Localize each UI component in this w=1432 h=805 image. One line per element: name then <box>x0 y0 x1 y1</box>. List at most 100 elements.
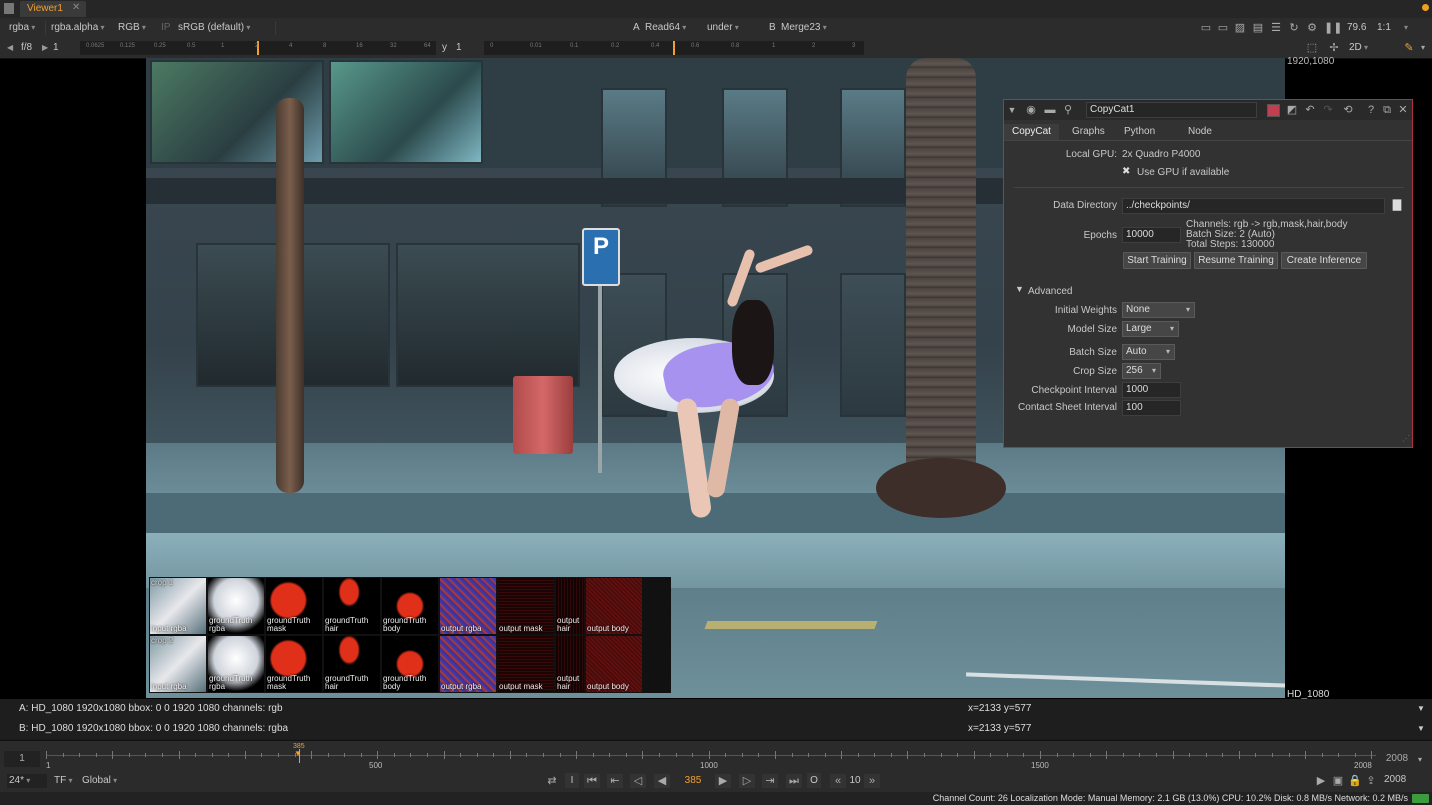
next-keyframe-icon[interactable]: ⇥ <box>762 774 778 788</box>
data-directory-input[interactable]: ../checkpoints/ <box>1122 198 1385 214</box>
input-b-dropdown[interactable]: Merge23 <box>781 18 827 38</box>
gizmo-icon[interactable]: ⚲ <box>1062 103 1074 117</box>
fstop-next-icon[interactable]: ▶ <box>42 38 48 58</box>
gamma-value[interactable]: 1 <box>456 38 462 58</box>
gamma-slider-handle[interactable] <box>673 41 675 55</box>
play-backward-icon[interactable]: ◀ <box>654 774 670 788</box>
crop-guide-icon[interactable]: ⬚ <box>1306 41 1318 55</box>
fstop-prev-icon[interactable]: ◀ <box>7 38 13 58</box>
center-node-icon[interactable]: ▬ <box>1044 103 1056 117</box>
lut-icon[interactable]: ▤ <box>1252 21 1264 35</box>
pixel-ratio[interactable]: 1:1 <box>1377 18 1391 38</box>
input-a-dropdown[interactable]: Read64 <box>645 18 697 38</box>
transform-icon[interactable]: ✢ <box>1328 41 1340 55</box>
skip-back-icon[interactable]: « <box>830 774 846 788</box>
close-panel-icon[interactable]: ✕ <box>1398 103 1408 117</box>
undo-icon[interactable]: ↶ <box>1304 103 1316 117</box>
tf-dropdown[interactable]: TF <box>54 775 72 786</box>
current-frame-field[interactable]: 385 <box>678 773 708 788</box>
roi-icon[interactable]: ▭ <box>1200 21 1212 35</box>
timeline-tick <box>1371 751 1372 759</box>
export-icon[interactable]: ⇪ <box>1364 774 1378 788</box>
channels-dropdown[interactable]: rgba <box>9 18 35 38</box>
start-training-button[interactable]: Start Training <box>1123 252 1191 269</box>
tab-copycat[interactable]: CopyCat <box>1004 124 1059 140</box>
advanced-toggle-icon[interactable]: ▼ <box>1015 284 1024 294</box>
flipbook-icon[interactable]: ▶ <box>1314 774 1328 788</box>
epochs-input[interactable]: 10000 <box>1122 227 1181 243</box>
info-expand-icon[interactable]: ▼ <box>1417 719 1425 739</box>
resume-training-button[interactable]: Resume Training <box>1194 252 1278 269</box>
ip-toggle[interactable]: IP <box>161 18 170 38</box>
initial-weights-dropdown[interactable]: None <box>1122 302 1195 318</box>
close-tab-icon[interactable]: ✕ <box>72 2 80 13</box>
checkpoint-interval-input[interactable]: 1000 <box>1122 382 1181 398</box>
next-frame-icon[interactable]: ▷ <box>739 774 755 788</box>
ratio-dropdown-icon[interactable]: ▾ <box>1404 18 1408 38</box>
end-frame-field[interactable]: 2008 <box>1384 774 1406 785</box>
contact-sheet-interval-input[interactable]: 100 <box>1122 400 1181 416</box>
model-size-dropdown[interactable]: Large <box>1122 321 1179 337</box>
last-frame-icon[interactable]: ⏭ <box>786 774 802 788</box>
gamma-slider[interactable]: 0 0.01 0.1 0.2 0.4 0.6 0.8 1 2 3 <box>484 41 864 55</box>
view-mode-dropdown[interactable]: 2D <box>1349 38 1393 58</box>
skip-forward-icon[interactable]: » <box>864 774 880 788</box>
collapse-icon[interactable]: ▾ <box>1418 41 1428 55</box>
panel-menu-icon[interactable] <box>4 3 14 14</box>
node-name-field[interactable]: CopyCat1 <box>1086 102 1257 118</box>
settings-icon[interactable]: ⚙ <box>1306 21 1318 35</box>
global-range-dropdown[interactable]: Global <box>82 775 117 786</box>
tab-python[interactable]: Python <box>1116 124 1163 140</box>
display-channels-dropdown[interactable]: RGB <box>118 18 146 38</box>
timeline-start-field[interactable]: 1 <box>4 751 40 767</box>
revert-icon[interactable]: ⟲ <box>1342 103 1354 117</box>
tab-node[interactable]: Node <box>1180 124 1220 140</box>
fstop-value[interactable]: f/8 <box>21 38 32 58</box>
node-color-icon[interactable] <box>1267 104 1280 117</box>
frame-increment-field[interactable]: 10 <box>847 773 863 788</box>
prev-keyframe-icon[interactable]: ⇤ <box>607 774 623 788</box>
crop-size-dropdown[interactable]: 256 <box>1122 363 1161 379</box>
render-icon[interactable]: ▣ <box>1331 774 1345 788</box>
pause-icon[interactable]: ❚❚ <box>1324 21 1342 35</box>
zebra-icon[interactable]: ▨ <box>1234 21 1246 35</box>
swatch-icon[interactable]: ◩ <box>1286 103 1298 117</box>
timeline-tick <box>510 751 511 759</box>
collapse-panel-icon[interactable]: ▼ <box>1007 103 1017 117</box>
tab-graphs[interactable]: Graphs <box>1064 124 1113 140</box>
folder-browse-icon[interactable]: ▇ <box>1390 198 1404 212</box>
info-expand-icon[interactable]: ▼ <box>1417 699 1425 719</box>
lock-icon[interactable]: 🔒 <box>1348 774 1362 788</box>
set-out-button[interactable]: O <box>807 773 821 788</box>
overscan-icon[interactable]: ▭ <box>1217 21 1229 35</box>
float-panel-icon[interactable]: ⧉ <box>1382 103 1392 117</box>
zoom-value[interactable]: 79.6 <box>1347 18 1366 38</box>
advanced-group-label[interactable]: Advanced <box>1028 286 1072 297</box>
help-icon[interactable]: ? <box>1366 103 1376 117</box>
gain-slider[interactable]: 0.0625 0.125 0.25 0.5 1 2 4 8 16 32 64 <box>80 41 436 55</box>
set-in-button[interactable]: I <box>565 773 579 788</box>
viewer-tab[interactable]: Viewer1 ✕ <box>20 1 86 17</box>
timeline-ruler[interactable]: 385 ▼ 1 500 1000 1500 2008 <box>46 743 1376 775</box>
first-frame-icon[interactable]: ⏮ <box>584 774 600 788</box>
refresh-icon[interactable]: ↻ <box>1288 21 1300 35</box>
resize-grip-icon[interactable]: ⋰ <box>1402 434 1410 443</box>
playback-mode-icon[interactable]: ⇄ <box>545 774 559 788</box>
redo-icon[interactable]: ↷ <box>1322 103 1334 117</box>
batch-size-dropdown[interactable]: Auto <box>1122 344 1175 360</box>
guides-icon[interactable]: ☰ <box>1270 21 1282 35</box>
use-gpu-checkbox[interactable]: ✖ <box>1122 166 1130 177</box>
timeline-scroll-icon[interactable]: ▾ <box>1418 755 1422 764</box>
alpha-channel-dropdown[interactable]: rgba.alpha <box>51 18 105 38</box>
thumbnail-label: output mask <box>499 682 543 691</box>
paint-brush-icon[interactable]: ✎ <box>1403 41 1415 55</box>
colorspace-dropdown[interactable]: sRGB (default) <box>178 18 250 38</box>
prev-frame-icon[interactable]: ◁ <box>630 774 646 788</box>
fps-dropdown[interactable]: 24* <box>7 774 47 788</box>
timeline-end-field[interactable]: 2008 <box>1380 751 1414 767</box>
wipe-operation-dropdown[interactable]: under <box>707 18 759 38</box>
view-node-icon[interactable]: ◉ <box>1025 103 1037 117</box>
play-forward-icon[interactable]: ▶ <box>715 774 731 788</box>
create-inference-button[interactable]: Create Inference <box>1281 252 1367 269</box>
gain-value[interactable]: 1 <box>53 38 59 58</box>
